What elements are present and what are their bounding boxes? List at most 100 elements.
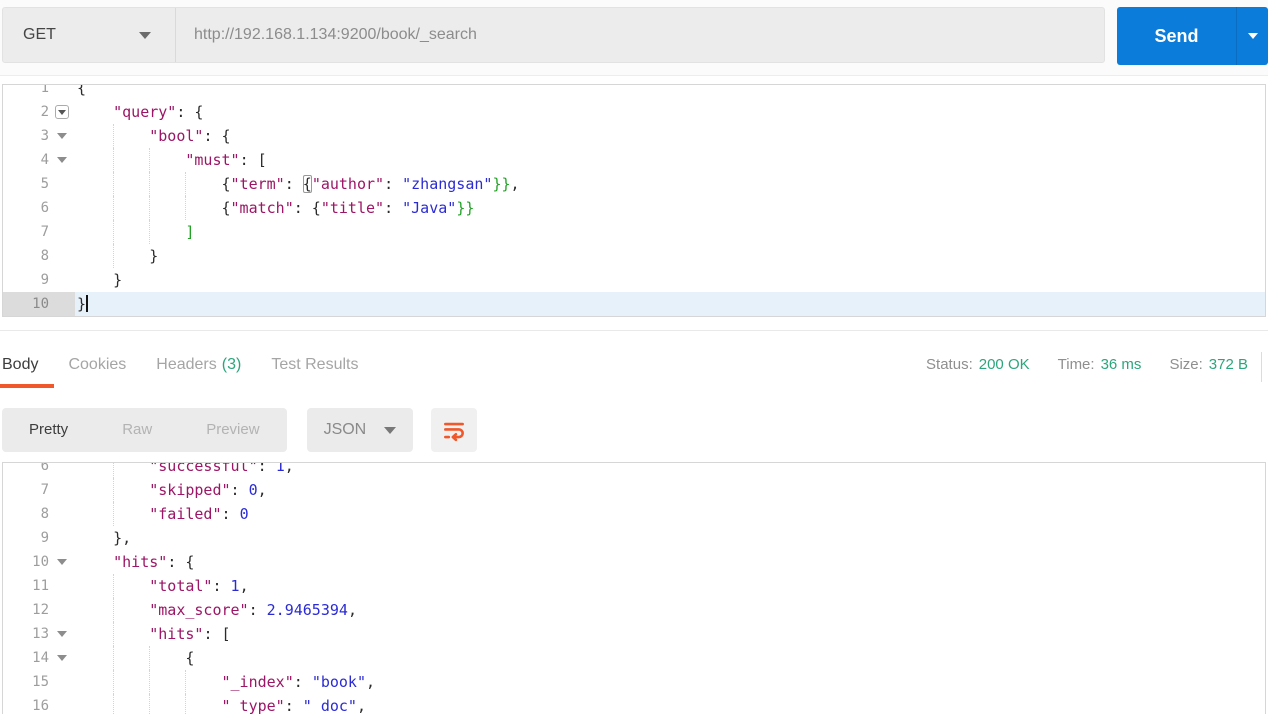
view-mode-pretty[interactable]: Pretty [2, 408, 95, 452]
line-gutter: 11 [3, 574, 75, 598]
code-line: 11 "total": 1, [3, 574, 1265, 598]
code-text: {"term": {"author": "zhangsan"}}, [75, 172, 1265, 196]
indent-guide [113, 670, 115, 694]
line-number: 6 [40, 462, 49, 474]
line-number: 10 [32, 554, 49, 570]
line-number: 14 [32, 650, 49, 666]
code-line: 9 } [3, 268, 1265, 292]
code-text: "hits": [ [75, 622, 1265, 646]
indent-guide [113, 574, 115, 598]
wrap-lines-button[interactable] [430, 408, 477, 452]
fold-toggle-icon[interactable] [57, 631, 67, 637]
indent-guide [149, 172, 151, 196]
indent-guide [113, 220, 115, 244]
response-view-toolbar: Pretty Raw Preview JSON [2, 408, 477, 452]
code-text: "query": { [113, 103, 204, 121]
line-gutter: 2 [3, 100, 75, 124]
tab-test-results[interactable]: Test Results [271, 344, 358, 390]
indent-guide [113, 196, 115, 220]
code-text: "skipped": 0, [75, 478, 1265, 502]
line-number: 1 [40, 84, 49, 96]
line-gutter: 16 [3, 694, 75, 714]
fold-toggle-icon[interactable] [57, 157, 67, 163]
indent-guide [149, 220, 151, 244]
chevron-down-icon [1247, 33, 1258, 39]
line-number: 11 [32, 578, 49, 594]
code-text: ] [75, 220, 1265, 244]
send-options-button[interactable] [1237, 7, 1268, 65]
line-number: 8 [40, 506, 49, 522]
fold-toggle-icon[interactable] [58, 109, 66, 115]
fold-toggle-icon[interactable] [57, 133, 67, 139]
tab-body[interactable]: Body [0, 344, 56, 390]
line-gutter: 8 [3, 502, 75, 526]
meta-divider [1261, 352, 1262, 382]
indent-guide [149, 646, 151, 670]
indent-guide [185, 196, 187, 220]
fold-toggle-icon[interactable] [55, 105, 69, 119]
code-text: "total": 1, [75, 574, 1265, 598]
tab-cookies[interactable]: Cookies [68, 344, 126, 390]
url-input[interactable]: http://192.168.1.134:9200/book/_search [176, 8, 1104, 62]
line-number: 12 [32, 602, 49, 618]
tab-headers[interactable]: Headers (3) [156, 344, 241, 390]
send-button-group: Send [1117, 7, 1268, 65]
code-text: "_index": "book", [75, 670, 1265, 694]
url-text: http://192.168.1.134:9200/book/_search [194, 26, 477, 43]
time-badge: Time: 36 ms [1057, 356, 1142, 373]
wrap-lines-icon [443, 422, 464, 442]
line-number: 5 [40, 176, 49, 192]
line-gutter: 9 [3, 268, 75, 292]
method-select[interactable]: GET [3, 8, 176, 62]
view-mode-switcher: Pretty Raw Preview [2, 408, 287, 452]
view-mode-raw[interactable]: Raw [95, 408, 179, 452]
code-text: {"match": {"title": "Java"}} [75, 196, 1265, 220]
response-tabs: Body Cookies Headers (3) Test Results [0, 344, 388, 390]
fold-toggle-icon[interactable] [57, 655, 67, 661]
section-divider [0, 330, 1268, 331]
send-button[interactable]: Send [1117, 7, 1237, 65]
indent-guide [113, 502, 115, 526]
code-line: 10 "hits": { [3, 550, 1265, 574]
line-gutter: 3 [3, 124, 75, 148]
indent-guide [113, 463, 115, 478]
fold-toggle-icon[interactable] [57, 559, 67, 565]
line-number: 10 [32, 296, 49, 312]
line-gutter: 8 [3, 244, 75, 268]
line-gutter: 10 [3, 550, 75, 574]
indent-guide [149, 694, 151, 714]
chevron-down-icon [383, 426, 396, 434]
line-number: 13 [32, 626, 49, 642]
line-number: 9 [40, 272, 49, 288]
indent-guide [113, 124, 115, 148]
request-bar: GET http://192.168.1.134:9200/book/_sear… [0, 0, 1268, 76]
language-select[interactable]: JSON [306, 408, 413, 452]
response-body-editor[interactable]: 6 "successful": 1, 7 "skipped": 0, 8 "fail… [2, 462, 1266, 714]
line-gutter: 9 [3, 526, 75, 550]
response-tabs-row: Body Cookies Headers (3) Test Results Sta… [0, 344, 1268, 392]
code-text: } [75, 292, 1265, 316]
code-line: 13 "hits": [ [3, 622, 1265, 646]
url-group: GET http://192.168.1.134:9200/book/_sear… [2, 7, 1105, 63]
line-gutter: 1 [3, 84, 75, 100]
code-line: 5 {"term": {"author": "zhangsan"}}, [3, 172, 1265, 196]
line-gutter: 4 [3, 148, 75, 172]
line-number: 7 [40, 224, 49, 240]
indent-guide [113, 622, 115, 646]
code-line: 8 "failed": 0 [3, 502, 1265, 526]
code-text: "hits": { [113, 553, 195, 571]
line-gutter: 15 [3, 670, 75, 694]
line-gutter: 12 [3, 598, 75, 622]
indent-guide [149, 196, 151, 220]
code-text: "max_score": 2.9465394, [75, 598, 1265, 622]
indent-guide [185, 694, 187, 714]
code-text: }, [77, 529, 132, 547]
headers-count-badge: (3) [221, 356, 242, 373]
request-body-editor[interactable]: 1{2 "query": {3 "bool": {4 "must": [5 {"… [2, 84, 1266, 317]
code-line: 12 "max_score": 2.9465394, [3, 598, 1265, 622]
code-line: 8 } [3, 244, 1265, 268]
line-gutter: 7 [3, 478, 75, 502]
line-gutter: 6 [3, 462, 75, 478]
view-mode-preview[interactable]: Preview [179, 408, 286, 452]
line-gutter: 7 [3, 220, 75, 244]
